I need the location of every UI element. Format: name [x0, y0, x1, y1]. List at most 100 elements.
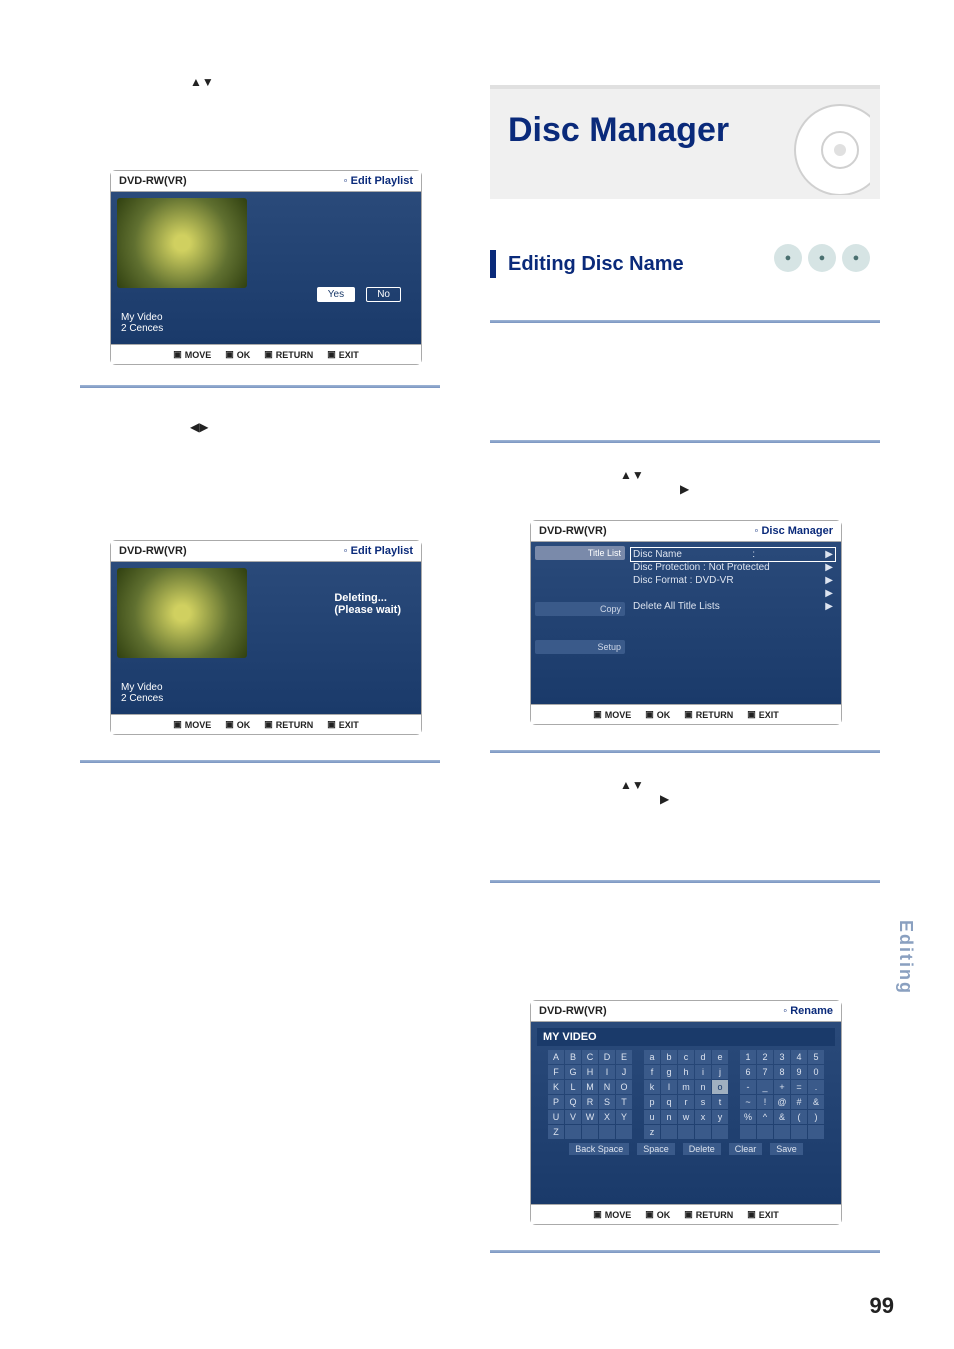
- key[interactable]: [695, 1125, 711, 1139]
- key[interactable]: G: [565, 1065, 581, 1079]
- key[interactable]: o: [712, 1080, 728, 1094]
- space-button[interactable]: Space: [637, 1143, 675, 1155]
- key[interactable]: t: [712, 1095, 728, 1109]
- key[interactable]: S: [599, 1095, 615, 1109]
- key[interactable]: [661, 1125, 677, 1139]
- key[interactable]: 2: [757, 1050, 773, 1064]
- save-button[interactable]: Save: [770, 1143, 803, 1155]
- key[interactable]: -: [740, 1080, 756, 1094]
- key[interactable]: 5: [808, 1050, 824, 1064]
- key[interactable]: b: [661, 1050, 677, 1064]
- key[interactable]: (: [791, 1110, 807, 1124]
- key[interactable]: T: [616, 1095, 632, 1109]
- key[interactable]: B: [565, 1050, 581, 1064]
- key[interactable]: ~: [740, 1095, 756, 1109]
- key[interactable]: [757, 1125, 773, 1139]
- row-disc-protection[interactable]: Disc Protection : Not Protected▶: [631, 561, 835, 574]
- key[interactable]: s: [695, 1095, 711, 1109]
- key[interactable]: g: [661, 1065, 677, 1079]
- key[interactable]: O: [616, 1080, 632, 1094]
- key[interactable]: 0: [808, 1065, 824, 1079]
- key[interactable]: #: [791, 1095, 807, 1109]
- key[interactable]: [791, 1125, 807, 1139]
- key[interactable]: M: [582, 1080, 598, 1094]
- key[interactable]: D: [599, 1050, 615, 1064]
- key[interactable]: j: [712, 1065, 728, 1079]
- key[interactable]: 6: [740, 1065, 756, 1079]
- key[interactable]: [678, 1125, 694, 1139]
- side-copy[interactable]: Copy: [535, 602, 625, 616]
- key[interactable]: J: [616, 1065, 632, 1079]
- key[interactable]: Z: [548, 1125, 564, 1139]
- key[interactable]: e: [712, 1050, 728, 1064]
- key[interactable]: 4: [791, 1050, 807, 1064]
- key[interactable]: K: [548, 1080, 564, 1094]
- key[interactable]: a: [644, 1050, 660, 1064]
- keys-upper[interactable]: ABCDEFGHIJKLMNOPQRSTUVWXYZ: [548, 1050, 632, 1139]
- key[interactable]: I: [599, 1065, 615, 1079]
- side-setup[interactable]: Setup: [535, 640, 625, 654]
- keys-lower[interactable]: abcdefghijklmnopqrstunwxyz: [644, 1050, 728, 1139]
- key[interactable]: Q: [565, 1095, 581, 1109]
- delete-button[interactable]: Delete: [683, 1143, 721, 1155]
- key[interactable]: u: [644, 1110, 660, 1124]
- key[interactable]: q: [661, 1095, 677, 1109]
- key[interactable]: H: [582, 1065, 598, 1079]
- key[interactable]: [774, 1125, 790, 1139]
- key[interactable]: m: [678, 1080, 694, 1094]
- key[interactable]: E: [616, 1050, 632, 1064]
- key[interactable]: [565, 1125, 581, 1139]
- key[interactable]: c: [678, 1050, 694, 1064]
- key[interactable]: f: [644, 1065, 660, 1079]
- key[interactable]: 1: [740, 1050, 756, 1064]
- no-button[interactable]: No: [366, 287, 401, 302]
- keys-symbols[interactable]: 1234567890-_+=.~!@#&%^&(): [740, 1050, 824, 1139]
- key[interactable]: 9: [791, 1065, 807, 1079]
- key[interactable]: L: [565, 1080, 581, 1094]
- key[interactable]: %: [740, 1110, 756, 1124]
- key[interactable]: R: [582, 1095, 598, 1109]
- key[interactable]: ^: [757, 1110, 773, 1124]
- key[interactable]: p: [644, 1095, 660, 1109]
- key[interactable]: U: [548, 1110, 564, 1124]
- key[interactable]: P: [548, 1095, 564, 1109]
- key[interactable]: w: [678, 1110, 694, 1124]
- key[interactable]: 8: [774, 1065, 790, 1079]
- row-delete-all[interactable]: Delete All Title Lists▶: [631, 600, 835, 613]
- key[interactable]: V: [565, 1110, 581, 1124]
- key[interactable]: Y: [616, 1110, 632, 1124]
- key[interactable]: n: [661, 1110, 677, 1124]
- key[interactable]: A: [548, 1050, 564, 1064]
- key[interactable]: i: [695, 1065, 711, 1079]
- clear-button[interactable]: Clear: [729, 1143, 763, 1155]
- key[interactable]: 7: [757, 1065, 773, 1079]
- key[interactable]: F: [548, 1065, 564, 1079]
- key[interactable]: !: [757, 1095, 773, 1109]
- key[interactable]: N: [599, 1080, 615, 1094]
- key[interactable]: y: [712, 1110, 728, 1124]
- key[interactable]: [616, 1125, 632, 1139]
- key[interactable]: X: [599, 1110, 615, 1124]
- key[interactable]: d: [695, 1050, 711, 1064]
- backspace-button[interactable]: Back Space: [569, 1143, 629, 1155]
- row-disc-format[interactable]: Disc Format : DVD-VR▶: [631, 574, 835, 587]
- key[interactable]: &: [774, 1110, 790, 1124]
- key[interactable]: .: [808, 1080, 824, 1094]
- yes-button[interactable]: Yes: [317, 287, 355, 302]
- key[interactable]: +: [774, 1080, 790, 1094]
- key[interactable]: @: [774, 1095, 790, 1109]
- key[interactable]: [740, 1125, 756, 1139]
- key[interactable]: [582, 1125, 598, 1139]
- key[interactable]: =: [791, 1080, 807, 1094]
- key[interactable]: [808, 1125, 824, 1139]
- key[interactable]: h: [678, 1065, 694, 1079]
- row-disc-name[interactable]: Disc Name:▶: [631, 548, 835, 561]
- key[interactable]: z: [644, 1125, 660, 1139]
- key[interactable]: ): [808, 1110, 824, 1124]
- key[interactable]: k: [644, 1080, 660, 1094]
- key[interactable]: l: [661, 1080, 677, 1094]
- key[interactable]: x: [695, 1110, 711, 1124]
- side-title-list[interactable]: Title List: [535, 546, 625, 560]
- key[interactable]: [712, 1125, 728, 1139]
- key[interactable]: 3: [774, 1050, 790, 1064]
